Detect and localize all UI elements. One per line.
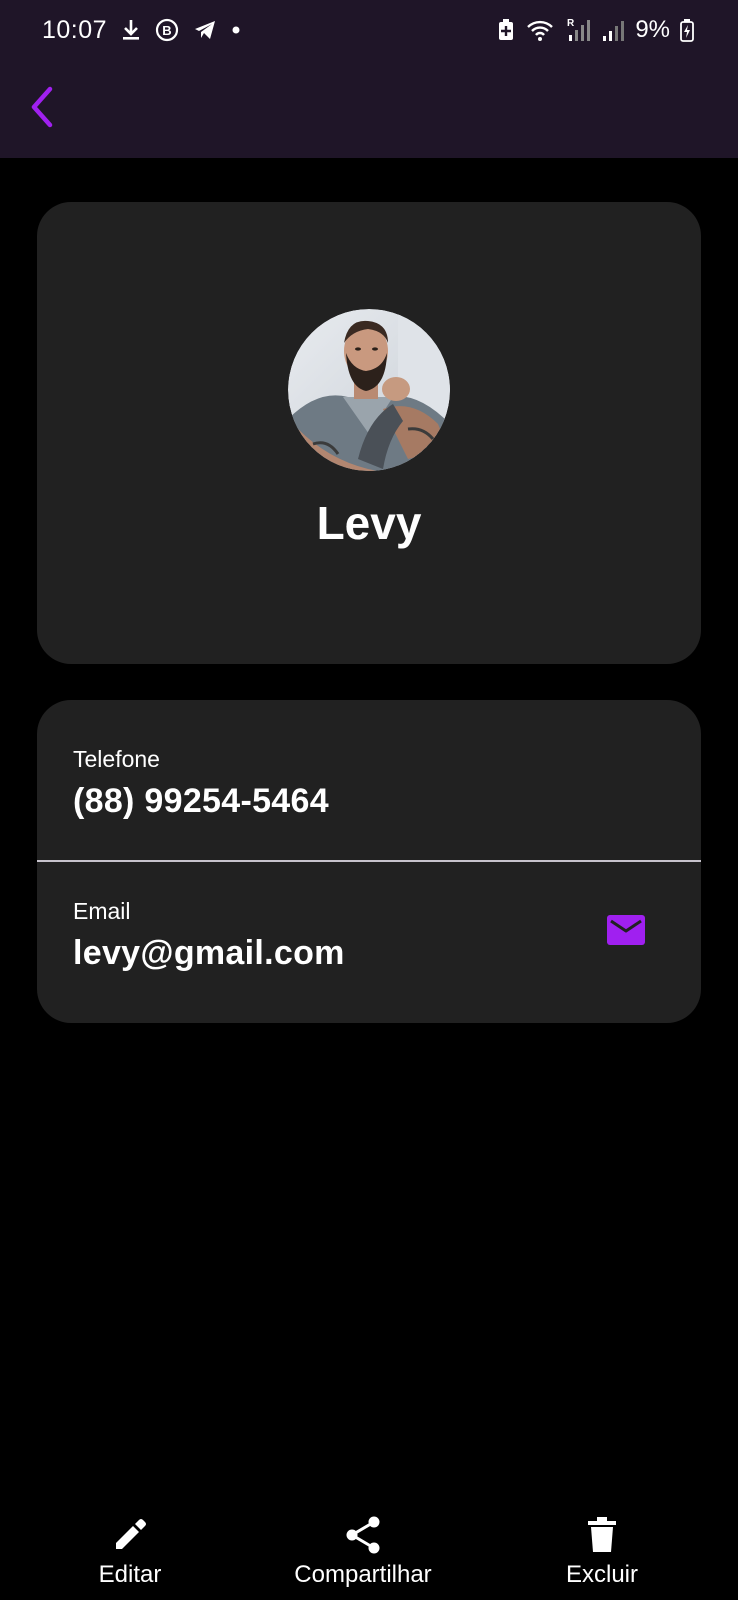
status-left: 10:07 B bbox=[42, 16, 241, 45]
telegram-icon bbox=[193, 19, 217, 41]
app-bar bbox=[0, 60, 738, 158]
edit-button[interactable]: Editar bbox=[30, 1515, 230, 1600]
mail-icon bbox=[607, 914, 645, 950]
chevron-left-icon bbox=[28, 85, 56, 134]
phone-label: Telefone bbox=[73, 746, 160, 772]
battery-percent: 9% bbox=[635, 16, 670, 43]
avatar bbox=[288, 309, 450, 471]
battery-charging-icon bbox=[680, 18, 694, 42]
share-icon bbox=[345, 1515, 381, 1555]
status-right: R 9% bbox=[497, 16, 694, 44]
delete-button[interactable]: Excluir bbox=[502, 1515, 702, 1600]
download-icon bbox=[121, 18, 141, 42]
share-label: Compartilhar bbox=[294, 1561, 432, 1588]
phone-value: (88) 99254-5464 bbox=[73, 782, 329, 820]
contact-info-card: Telefone (88) 99254-5464 Email levy@gmai… bbox=[37, 700, 701, 1023]
wifi-icon bbox=[525, 18, 555, 42]
email-row[interactable]: Email levy@gmail.com bbox=[37, 862, 701, 1023]
signal-roaming-icon: R bbox=[565, 17, 591, 43]
battery-saver-icon bbox=[497, 18, 515, 42]
svg-text:B: B bbox=[162, 23, 171, 38]
trash-icon bbox=[587, 1515, 617, 1555]
bottom-action-bar: Editar Compartilhar Excluir bbox=[0, 1515, 738, 1600]
edit-label: Editar bbox=[98, 1561, 162, 1588]
signal-icon bbox=[601, 18, 625, 42]
svg-text:R: R bbox=[567, 18, 575, 29]
business-b-icon: B bbox=[155, 18, 179, 42]
dot-icon bbox=[231, 25, 241, 35]
contact-name: Levy bbox=[316, 497, 422, 549]
status-time: 10:07 bbox=[42, 15, 108, 44]
email-label: Email bbox=[73, 898, 131, 924]
status-bar: 10:07 B R 9% bbox=[0, 0, 738, 60]
contact-detail-screen: 10:07 B R 9% Levy Telefone (88) 99254-54… bbox=[0, 0, 738, 1600]
email-value: levy@gmail.com bbox=[73, 934, 345, 972]
back-button[interactable] bbox=[22, 84, 62, 134]
profile-card: Levy bbox=[37, 202, 701, 664]
pencil-icon bbox=[112, 1515, 148, 1555]
delete-label: Excluir bbox=[565, 1561, 638, 1588]
send-email-button[interactable] bbox=[601, 910, 651, 954]
phone-row[interactable]: Telefone (88) 99254-5464 bbox=[37, 700, 701, 861]
share-button[interactable]: Compartilhar bbox=[263, 1515, 463, 1600]
